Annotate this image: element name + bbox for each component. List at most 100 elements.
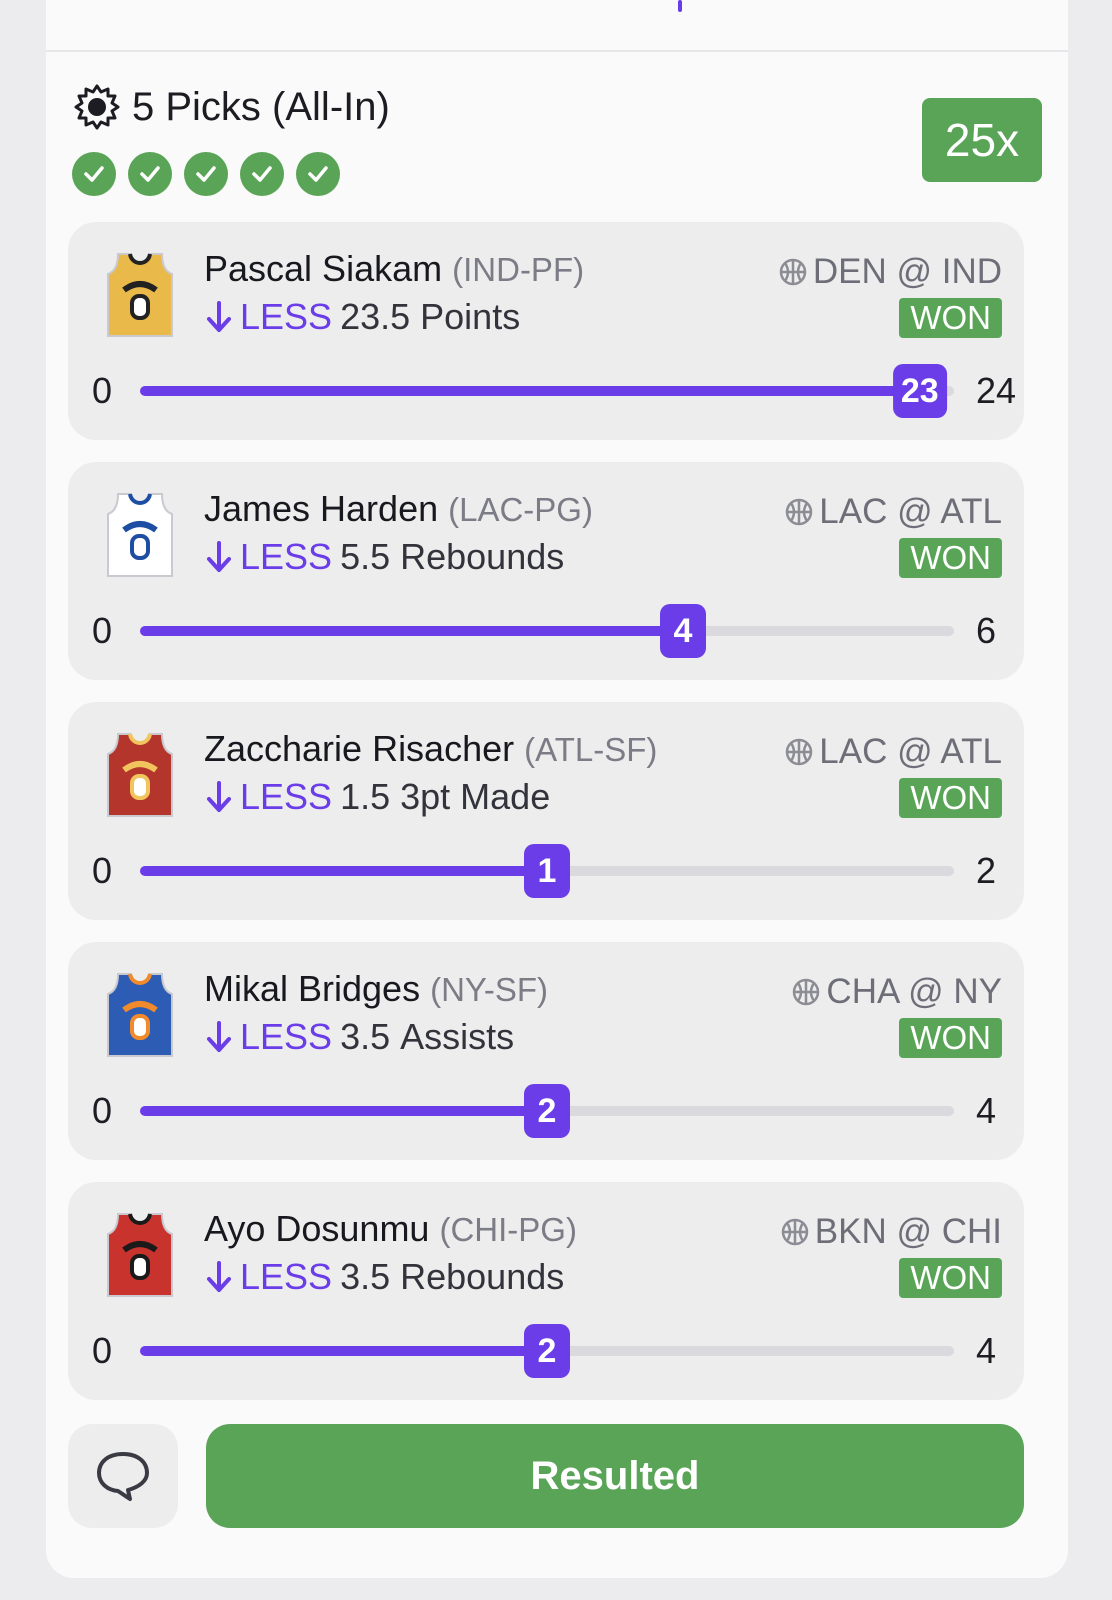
matchup-text: LAC @ ATL — [819, 732, 1002, 771]
check-icon — [72, 152, 116, 196]
player-position: (ATL-SF) — [524, 731, 658, 768]
pick-direction: LESS — [240, 1016, 333, 1057]
player-name: Ayo Dosunmu — [204, 1208, 430, 1249]
top-divider — [46, 0, 1068, 52]
stat-type: Rebounds — [400, 536, 565, 577]
range-max: 6 — [976, 610, 997, 651]
pick-direction: LESS — [240, 1256, 333, 1297]
player-position: (CHI-PG) — [439, 1211, 577, 1248]
progress-track: 4 — [140, 604, 954, 658]
pick-direction: LESS — [240, 296, 333, 337]
arrow-down-icon — [207, 541, 231, 572]
entry-title-row: 5 Picks (All-In) — [72, 82, 390, 132]
range-max: 4 — [976, 1090, 997, 1131]
pick-row[interactable]: Zaccharie Risacher (ATL-SF) LESS 1.5 3pt Ma… — [68, 702, 1024, 920]
pick-row[interactable]: Mikal Bridges (NY-SF) LESS 3.5 Assists CHA @… — [68, 942, 1024, 1160]
range-max: 24 — [976, 370, 1017, 411]
range-max: 4 — [976, 1330, 997, 1371]
projection-value: 3.5 — [340, 1016, 391, 1057]
player-name: Pascal Siakam — [204, 248, 443, 289]
projection-value: 5.5 — [340, 536, 391, 577]
player-line: Ayo Dosunmu (CHI-PG) — [204, 1208, 577, 1250]
player-position: (NY-SF) — [430, 971, 549, 1008]
resulted-button[interactable]: Resulted — [206, 1424, 1024, 1528]
pick-direction: LESS — [240, 536, 333, 577]
payout-multiplier: 25x — [922, 98, 1042, 182]
result-badge: WON — [899, 1258, 1002, 1298]
gear-icon — [74, 84, 120, 130]
stat-type: Assists — [400, 1016, 515, 1057]
projection-value: 23.5 — [340, 296, 411, 337]
arrow-down-icon — [207, 1021, 231, 1052]
result-badge: WON — [899, 538, 1002, 578]
progress-fill — [140, 626, 683, 636]
jersey-atl-icon — [104, 728, 176, 822]
player-position: (LAC-PG) — [448, 491, 593, 528]
basketball-icon — [781, 1218, 809, 1246]
range-min: 0 — [92, 370, 113, 411]
range-max: 2 — [976, 850, 997, 891]
player-position: (IND-PF) — [452, 251, 585, 288]
progress-track: 2 — [140, 1324, 954, 1378]
stat-type: Points — [420, 296, 521, 337]
progress-value: 2 — [524, 1324, 570, 1378]
matchup-text: LAC @ ATL — [819, 492, 1002, 531]
arrow-down-icon — [207, 781, 231, 812]
matchup-text: DEN @ IND — [812, 252, 1002, 291]
check-icon — [128, 152, 172, 196]
progress-fill — [140, 1106, 547, 1116]
progress-track: 23 — [140, 364, 954, 418]
jersey-ind-icon — [104, 248, 176, 342]
player-line: Zaccharie Risacher (ATL-SF) — [204, 728, 657, 770]
progress-track: 1 — [140, 844, 954, 898]
progress-fill — [140, 386, 920, 396]
player-name: Zaccharie Risacher — [204, 728, 515, 769]
tab-indicator — [678, 0, 682, 12]
check-icon — [296, 152, 340, 196]
progress-value: 1 — [524, 844, 570, 898]
jersey-lac-icon — [104, 488, 176, 582]
projection-line: LESS 5.5 Rebounds — [204, 536, 564, 578]
basketball-icon — [793, 978, 820, 1006]
progress-fill — [140, 1346, 547, 1356]
matchup: DEN @ IND — [777, 252, 1002, 292]
result-badge: WON — [899, 1018, 1002, 1058]
projection-line: LESS 3.5 Assists — [204, 1016, 514, 1058]
projection-line: LESS 23.5 Points — [204, 296, 520, 338]
pick-row[interactable]: Pascal Siakam (IND-PF) LESS 23.5 Points DEN … — [68, 222, 1024, 440]
result-badge: WON — [899, 298, 1002, 338]
arrow-down-icon — [207, 1261, 231, 1292]
check-icon — [184, 152, 228, 196]
stat-type: 3pt Made — [400, 776, 551, 817]
player-line: James Harden (LAC-PG) — [204, 488, 593, 530]
range-min: 0 — [92, 610, 113, 651]
pick-checks — [72, 152, 340, 196]
chat-button[interactable] — [68, 1424, 178, 1528]
entry-header: 5 Picks (All-In) 25x — [72, 82, 1042, 202]
basketball-icon — [779, 258, 807, 286]
projection-line: LESS 3.5 Rebounds — [204, 1256, 564, 1298]
stat-type: Rebounds — [400, 1256, 565, 1297]
pick-row[interactable]: Ayo Dosunmu (CHI-PG) LESS 3.5 Rebounds BKN @… — [68, 1182, 1024, 1400]
basketball-icon — [786, 498, 813, 526]
result-badge: WON — [899, 778, 1002, 818]
pick-card: 5 Picks (All-In) 25x Pascal Siakam (IND-… — [46, 0, 1068, 1578]
pick-row[interactable]: James Harden (LAC-PG) LESS 5.5 Rebounds LAC … — [68, 462, 1024, 680]
progress-track: 2 — [140, 1084, 954, 1138]
player-name: Mikal Bridges — [204, 968, 421, 1009]
matchup-text: CHA @ NY — [826, 972, 1002, 1011]
matchup-text: BKN @ CHI — [814, 1212, 1002, 1251]
matchup: CHA @ NY — [790, 972, 1002, 1012]
range-min: 0 — [92, 850, 113, 891]
range-min: 0 — [92, 1090, 113, 1131]
progress-fill — [140, 866, 547, 876]
projection-line: LESS 1.5 3pt Made — [204, 776, 550, 818]
player-name: James Harden — [204, 488, 439, 529]
progress-value: 2 — [524, 1084, 570, 1138]
pick-direction: LESS — [240, 776, 333, 817]
range-min: 0 — [92, 1330, 113, 1371]
arrow-down-icon — [207, 301, 231, 332]
player-line: Mikal Bridges (NY-SF) — [204, 968, 548, 1010]
basketball-icon — [786, 738, 813, 766]
jersey-chi-icon — [104, 1208, 176, 1302]
